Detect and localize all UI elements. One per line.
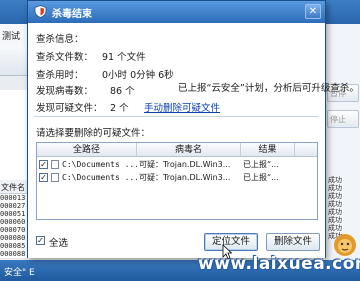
background-row: 000013 — [0, 194, 26, 202]
background-row: 000085 — [0, 242, 26, 250]
background-result: 成功 — [328, 216, 342, 224]
background-result: 成功 — [328, 200, 342, 208]
background-result: 成功 — [328, 224, 342, 232]
row-path: C:\Documents ... — [62, 160, 137, 169]
file-icon — [51, 173, 59, 182]
background-list — [0, 90, 30, 190]
background-result: 成功 — [328, 184, 342, 192]
column-header-virus[interactable]: 病毒名 — [137, 143, 241, 157]
select-prompt: 请选择要删除的可疑文件： — [36, 128, 151, 139]
table-row[interactable]: ✓ C:\Documents ... 可疑：Trojan.DL.Win3... … — [37, 159, 317, 170]
row-checkbox[interactable]: ✓ — [39, 160, 48, 169]
divider — [34, 116, 319, 117]
select-all-label: 全选 — [49, 238, 69, 249]
cloud-report-note: 已上报“云安全”计划，分析后可升级查杀。 — [178, 83, 359, 94]
scan-info-heading: 查杀信息： — [36, 34, 84, 45]
stat-label: 查杀用时： — [36, 70, 84, 81]
manual-delete-link[interactable]: 手动删除可疑文件 — [144, 100, 220, 114]
stat-value: 86 个 — [110, 86, 135, 97]
shield-icon — [34, 5, 47, 18]
dialog-title-bar[interactable]: 杀毒结束 ✕ — [28, 1, 325, 23]
stat-files-scanned: 查杀文件数： 91 个文件 — [36, 49, 146, 63]
background-row: 000070 — [0, 226, 26, 234]
background-row: 000060 — [0, 218, 26, 226]
background-result: 成功 — [328, 192, 342, 200]
stat-value: 91 个文件 — [102, 52, 146, 63]
background-row: 000051 — [0, 210, 26, 218]
watermark-text: www.laixuea.com — [198, 254, 360, 274]
stop-button[interactable]: 停止 — [327, 110, 359, 128]
row-result: 已上报“... — [243, 160, 279, 169]
row-result: 已上报“... — [243, 173, 279, 182]
background-row: 000080 — [0, 234, 26, 242]
close-button[interactable]: ✕ — [305, 4, 321, 19]
column-header-path[interactable]: 全路径 — [37, 143, 137, 157]
scan-complete-dialog: 杀毒结束 ✕ 查杀信息： 查杀文件数： 91 个文件 查杀用时： 0小时 0分钟 6… — [27, 0, 359, 258]
background-result-column: 成功 成功 成功 成功 成功 成功 成功 成功 — [328, 176, 360, 240]
dialog-title: 杀毒结束 — [52, 9, 92, 20]
row-virus: 可疑：Trojan.DL.Win3... — [139, 160, 231, 169]
row-checkbox[interactable]: ✓ — [39, 173, 48, 182]
background-result: 成功 — [328, 176, 342, 184]
row-path: C:\Documents ... — [62, 173, 137, 182]
stat-value: 2 个 — [110, 103, 129, 114]
background-row: 000088 — [0, 250, 26, 258]
suspicious-files-table: 全路径 病毒名 结果 ✓ C:\Documents ... 可疑：Trojan.… — [36, 142, 318, 220]
stat-label: 查杀文件数： — [36, 52, 94, 63]
delete-file-button[interactable]: 删除文件 — [266, 233, 320, 251]
status-text: 安全" E — [4, 268, 35, 278]
stat-time-used: 查杀用时： 0小时 0分钟 6秒 — [36, 67, 174, 81]
file-icon — [51, 160, 59, 169]
dialog-body: 查杀信息： 查杀文件数： 91 个文件 查杀用时： 0小时 0分钟 6秒 发现病毒数… — [28, 23, 359, 258]
table-row[interactable]: ✓ C:\Documents ... 可疑：Trojan.DL.Win3... … — [37, 172, 317, 183]
stat-value: 0小时 0分钟 6秒 — [102, 70, 174, 81]
stat-label: 发现可疑文件： — [36, 103, 103, 114]
stat-label: 发现病毒数： — [36, 86, 94, 97]
table-header: 全路径 病毒名 结果 — [37, 143, 317, 157]
background-column-header: 文件名 — [0, 180, 30, 194]
background-rows: 000013 000027 000051 000060 000070 00008… — [0, 194, 30, 258]
background-result: 成功 — [328, 208, 342, 216]
close-icon: ✕ — [308, 6, 318, 17]
stop-button-label: 停止 — [330, 115, 346, 124]
row-virus: 可疑：Trojan.DL.Win3... — [139, 173, 231, 182]
background-row: 000027 — [0, 202, 26, 210]
stat-viruses-found: 发现病毒数： 86 个 — [36, 83, 135, 97]
background-tab-label: 测试 — [2, 32, 21, 42]
stat-suspicious-found: 发现可疑文件： 2 个 — [36, 100, 129, 114]
column-header-result[interactable]: 结果 — [241, 143, 295, 157]
select-all-checkbox[interactable]: ✓ — [36, 236, 45, 245]
